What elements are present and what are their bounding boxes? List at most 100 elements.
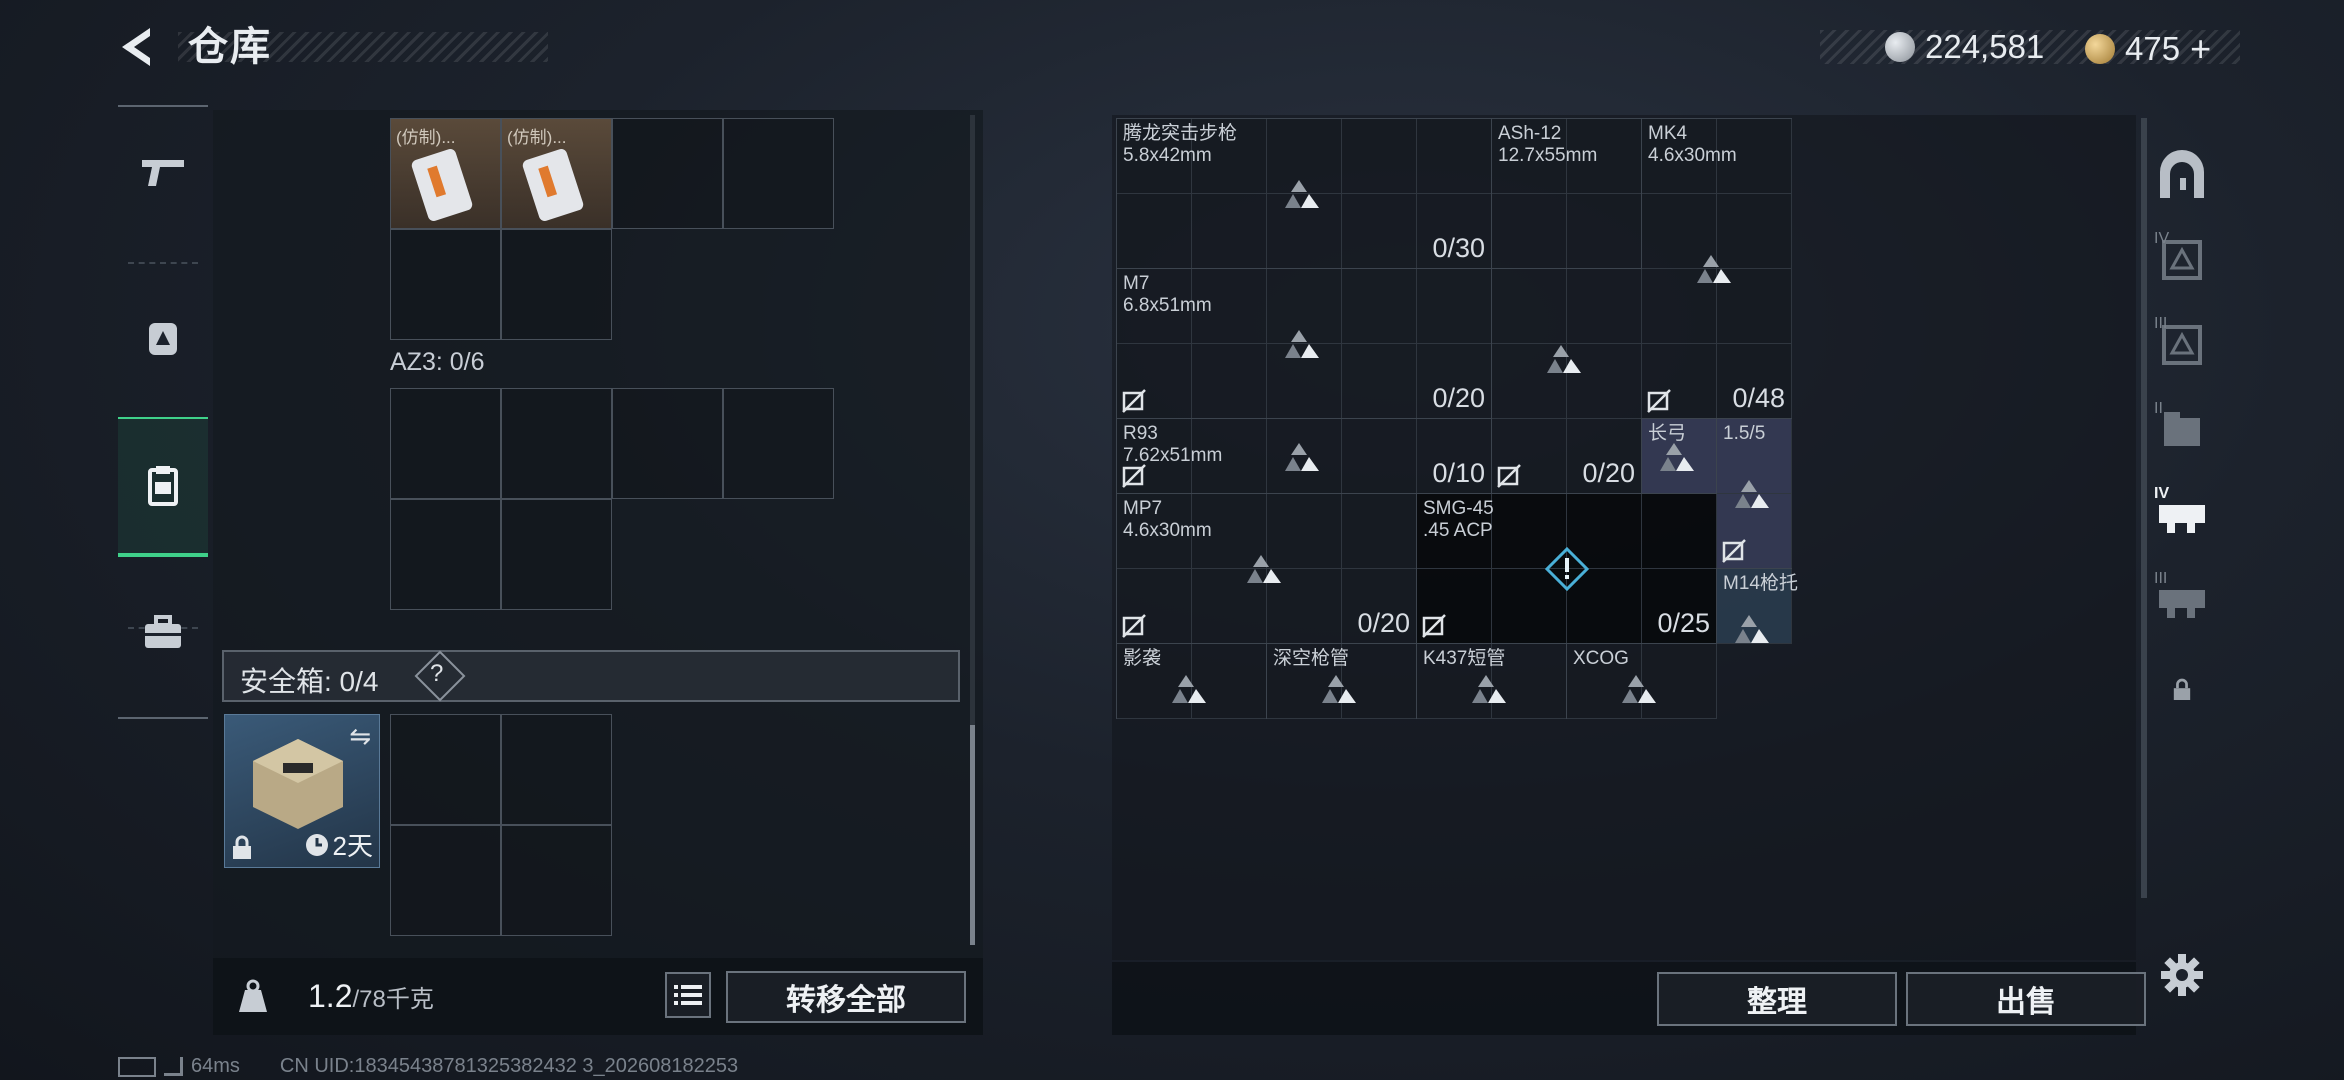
weapon-slot[interactable]: 0/20 — [1491, 268, 1642, 494]
empty-weapon-icon — [1658, 439, 1702, 475]
empty-weapon-icon — [1620, 671, 1664, 707]
empty-weapon-icon — [1733, 611, 1777, 647]
weapon-slot[interactable]: 长弓 — [1641, 418, 1717, 494]
weight-max: /78千克 — [352, 986, 434, 1013]
tab-tier-active[interactable]: IV — [2152, 485, 2212, 545]
battery-icon — [118, 1056, 156, 1077]
empty-slot[interactable] — [723, 118, 834, 229]
grid-cell — [1117, 194, 1192, 269]
empty-slot[interactable] — [390, 825, 501, 936]
weight-icon — [239, 979, 267, 1012]
empty-weapon-icon — [1695, 251, 1739, 287]
no-attachment-icon — [1721, 538, 1747, 564]
tier-label: III — [2154, 315, 2168, 332]
empty-slot[interactable] — [612, 118, 723, 229]
weight-text: 1.2 /78千克 — [308, 978, 434, 1015]
weapon-slot[interactable]: K437短管 — [1416, 643, 1567, 719]
nav-weapons[interactable] — [118, 107, 208, 237]
tab-tier[interactable]: III — [2152, 570, 2212, 630]
empty-weapon-icon — [1733, 476, 1777, 512]
empty-slot[interactable] — [612, 388, 723, 499]
signal-icon — [164, 1057, 183, 1076]
tab-tier[interactable]: II — [2152, 400, 2212, 460]
nav-equipment[interactable] — [118, 272, 208, 402]
scrollbar-thumb[interactable] — [970, 725, 975, 945]
timer-value: 2天 — [332, 831, 373, 861]
slot-count: 0/30 — [1432, 233, 1485, 263]
sell-button[interactable]: 出售 — [1906, 972, 2146, 1026]
empty-slot[interactable] — [501, 499, 612, 610]
lock-icon — [233, 835, 251, 859]
empty-slot[interactable] — [501, 388, 612, 499]
tier-label: IV — [2154, 230, 2170, 247]
empty-slot[interactable] — [390, 229, 501, 340]
tier-label: II — [2154, 400, 2163, 417]
scrollbar[interactable] — [970, 115, 975, 945]
nav-containers[interactable] — [118, 417, 208, 557]
gear-icon — [2161, 954, 2203, 996]
grid-cell — [1342, 419, 1417, 494]
slot-count: 0/48 — [1732, 383, 1785, 413]
empty-weapon-icon — [1245, 551, 1289, 587]
empty-weapon-icon — [1283, 326, 1327, 362]
weapon-slot[interactable]: 1.5/5 — [1716, 418, 1792, 569]
back-button[interactable] — [112, 22, 162, 72]
weapon-slot[interactable]: SMG-45 .45 ACP 0/25 — [1416, 493, 1717, 644]
slot-name: XCOG — [1573, 648, 1629, 669]
empty-slot[interactable] — [390, 388, 501, 499]
weapon-slot[interactable]: MK4 4.6x30mm 0/48 — [1641, 118, 1792, 419]
grid-cell — [1417, 119, 1492, 194]
empty-slot[interactable] — [501, 714, 612, 825]
transfer-all-button[interactable]: 转移全部 — [726, 971, 966, 1023]
swap-icon[interactable]: ⇋ — [349, 721, 371, 752]
status-footer: 64ms CN UID:18345438781325382432 3_20260… — [118, 1055, 738, 1078]
no-attachment-icon — [1121, 613, 1147, 639]
empty-slot[interactable] — [390, 714, 501, 825]
weapon-slot[interactable]: 影袭 — [1116, 643, 1267, 719]
no-attachment-icon — [1121, 388, 1147, 414]
empty-slot[interactable] — [501, 825, 612, 936]
warning-icon — [1544, 546, 1590, 592]
item-slot[interactable]: (仿制)... — [501, 118, 612, 229]
empty-slot[interactable] — [501, 229, 612, 340]
nav-supplies[interactable] — [118, 567, 208, 697]
grid-cell — [1342, 269, 1417, 344]
empty-weapon-icon — [1470, 671, 1514, 707]
weapon-slot[interactable]: R93 7.62x51mm 0/10 — [1116, 418, 1492, 494]
grid-cell — [1192, 194, 1267, 269]
slot-count: 0/20 — [1582, 458, 1635, 488]
safebox-header: 安全箱: 0/4 ? — [222, 650, 960, 702]
settings-button[interactable] — [2152, 945, 2212, 1005]
tab-tier[interactable]: III — [2152, 315, 2212, 375]
tab-all[interactable] — [2152, 145, 2212, 205]
keycard-icon — [411, 149, 473, 221]
item-slot[interactable]: (仿制)... — [390, 118, 501, 229]
sort-button[interactable]: 整理 — [1657, 972, 1897, 1026]
help-label: ? — [430, 660, 444, 687]
add-currency-icon[interactable]: + — [2190, 28, 2211, 70]
grid-cell — [1342, 344, 1417, 419]
no-attachment-icon — [1421, 613, 1447, 639]
tab-tier[interactable]: IV — [2152, 230, 2212, 290]
weapon-slot[interactable]: 腾龙突击步枪 5.8x42mm 0/30 — [1116, 118, 1492, 269]
tab-locked — [2152, 660, 2212, 720]
weapon-slot[interactable]: M7 6.8x51mm 0/20 — [1116, 268, 1492, 419]
weapon-locker-grid: 腾龙突击步枪 5.8x42mm 0/30 ASh-12 12.7x55mm MK4 4… — [1116, 118, 2130, 958]
currency-gold[interactable]: 475 + — [2085, 28, 2211, 70]
weapon-slot[interactable]: ASh-12 12.7x55mm — [1491, 118, 1642, 269]
weapon-slot[interactable]: 深空枪管 — [1266, 643, 1417, 719]
slot-name: ASh-12 12.7x55mm — [1498, 123, 1598, 166]
weapon-slot[interactable]: M14枪托 — [1716, 568, 1798, 647]
safebox-item[interactable]: ⇋ 2天 — [224, 714, 380, 868]
currency-silver-value: 224,581 — [1925, 28, 2045, 65]
no-attachment-icon — [1121, 463, 1147, 489]
slot-name: 腾龙突击步枪 5.8x42mm — [1123, 123, 1238, 166]
locker-tabs: IV III II IV III — [2142, 115, 2222, 1035]
list-view-button[interactable] — [665, 972, 711, 1018]
weapon-slot[interactable]: MP7 4.6x30mm 0/20 — [1116, 493, 1417, 644]
weapon-slot[interactable]: XCOG — [1566, 643, 1717, 719]
safebox-icon — [253, 739, 343, 829]
empty-slot[interactable] — [390, 499, 501, 610]
empty-weapon-icon — [1170, 671, 1214, 707]
empty-slot[interactable] — [723, 388, 834, 499]
